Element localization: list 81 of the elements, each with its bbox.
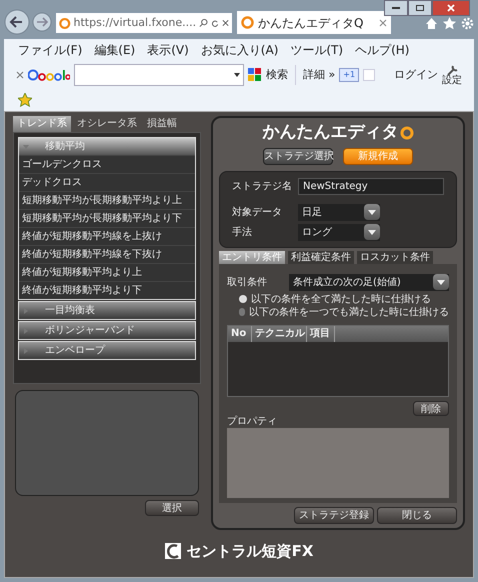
category-tab[interactable]: オシレータ系 <box>73 116 141 132</box>
close-icon <box>447 4 455 12</box>
mode-button[interactable]: ストラテジ選択 <box>263 148 333 164</box>
back-icon[interactable] <box>4 9 30 35</box>
refresh-icon[interactable] <box>210 18 219 28</box>
google-logo-icon <box>28 68 70 82</box>
wave-logo-icon <box>164 543 181 559</box>
ring-logo-icon <box>400 126 414 140</box>
settings-button[interactable]: 設定 <box>442 64 462 86</box>
favorites-star-icon[interactable] <box>18 93 32 107</box>
caret-icon[interactable] <box>234 73 240 77</box>
search-icon[interactable] <box>199 18 208 28</box>
star-icon[interactable] <box>443 17 456 30</box>
radio-label: 以下の条件を一つでも満たした時に仕掛ける <box>249 306 449 320</box>
search-field[interactable] <box>74 64 244 86</box>
close-icon[interactable] <box>16 71 24 79</box>
group-header[interactable]: 一目均衡表 <box>19 302 195 319</box>
group-header[interactable]: エンベロープ <box>19 342 195 359</box>
caret-icon <box>23 308 29 314</box>
column-header: No <box>228 326 252 342</box>
caret-icon <box>23 144 29 150</box>
close-icon[interactable] <box>222 19 229 27</box>
address-text: https://virtual.fxone.... <box>74 14 196 31</box>
field-label: 対象データ <box>232 206 283 220</box>
select-button[interactable]: 選択 <box>145 500 199 516</box>
close-icon[interactable] <box>379 18 387 26</box>
caret-icon <box>23 328 29 334</box>
address-field[interactable]: https://virtual.fxone.... <box>55 12 233 34</box>
delete-button[interactable]: 削除 <box>413 400 449 416</box>
indicator-item[interactable]: ゴールデンクロス <box>19 155 195 173</box>
indicator-item[interactable]: 短期移動平均が長期移動平均より下 <box>19 209 195 227</box>
field-label: ストラテジ名 <box>232 180 293 194</box>
close-button[interactable] <box>432 0 470 16</box>
group-header[interactable]: ボリンジャーバンド <box>19 322 195 339</box>
menu-item[interactable]: 表示(V) <box>147 41 189 59</box>
category-tab[interactable]: 損益幅 <box>143 116 181 132</box>
search-button[interactable]: 検索 <box>266 66 288 84</box>
indicator-item[interactable]: 終値が短期移動平均より下 <box>19 281 195 299</box>
indicator-item[interactable]: デッドクロス <box>19 173 195 191</box>
menu-item[interactable]: ツール(T) <box>290 41 344 59</box>
select-field[interactable]: ロング <box>298 224 380 240</box>
indicator-item[interactable]: 短期移動平均が長期移動平均より上 <box>19 191 195 209</box>
settings-icon[interactable] <box>461 17 474 30</box>
select-field[interactable]: 条件成立の次の足(始値) <box>289 274 449 290</box>
radio-label: 以下の条件を全て満たした時に仕掛ける <box>251 292 431 306</box>
footer-button[interactable]: 閉じる <box>377 507 457 524</box>
menu-item[interactable]: ファイル(F) <box>18 41 82 59</box>
counter-field <box>363 69 376 81</box>
condition-tab[interactable]: 利益確定条件 <box>288 250 354 264</box>
radio-button[interactable] <box>239 308 245 316</box>
property-label: プロパティ <box>227 416 278 428</box>
menu-item[interactable]: 編集(E) <box>94 41 136 59</box>
minimize-button[interactable] <box>384 0 408 16</box>
tab-title: かんたんエディタQ <box>258 14 364 32</box>
menu-item[interactable]: ヘルプ(H) <box>355 41 410 59</box>
browser-tab[interactable]: かんたんエディタQ <box>236 10 392 34</box>
radio-button[interactable] <box>239 295 247 303</box>
maximize-button[interactable] <box>408 0 432 16</box>
site-logo-icon <box>59 16 70 30</box>
caret-icon <box>23 348 29 354</box>
indicator-item[interactable]: 終値が短期移動平均線を上抜け <box>19 227 195 245</box>
field-label: 手法 <box>232 226 253 240</box>
more-link[interactable]: 詳細 » <box>303 66 336 84</box>
name-field[interactable]: NewStrategy <box>298 178 444 194</box>
site-logo-icon <box>241 16 254 29</box>
field-label: 取引条件 <box>227 276 268 290</box>
plus-one-button[interactable]: +1 <box>339 68 360 82</box>
wrench-icon <box>446 64 458 76</box>
editor-title: かんたんエディタ <box>262 121 398 144</box>
column-header: 項目 <box>307 326 335 342</box>
indicator-item[interactable]: 終値が短期移動平均線を下抜け <box>19 245 195 263</box>
indicator-item[interactable]: 終値が短期移動平均より上 <box>19 263 195 281</box>
footer-button[interactable]: ストラテジ登録 <box>294 507 374 524</box>
login-link[interactable]: ログイン <box>394 66 438 84</box>
google-apps-icon[interactable] <box>248 68 262 82</box>
home-icon[interactable] <box>425 17 438 30</box>
select-field[interactable]: 日足 <box>298 204 380 220</box>
condition-tab[interactable]: ロスカット条件 <box>357 250 433 264</box>
company-logo-text: セントラル短資FX <box>186 540 314 562</box>
column-header: テクニカル <box>252 326 307 342</box>
menu-item[interactable]: お気に入り(A) <box>200 41 278 59</box>
